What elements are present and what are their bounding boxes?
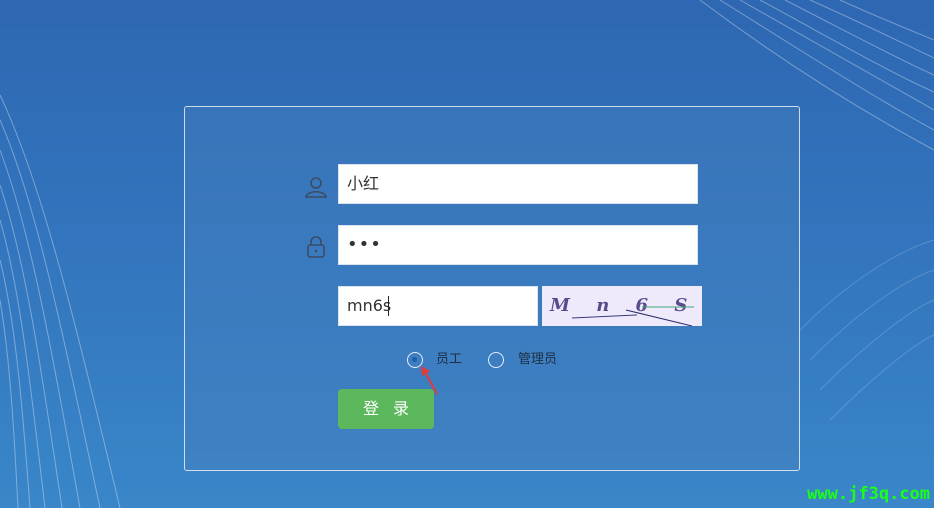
password-input[interactable]: ••• xyxy=(338,225,698,265)
captcha-image-text: M n 6 S xyxy=(549,295,697,316)
login-button[interactable]: 登录 xyxy=(338,389,434,429)
captcha-input[interactable]: mn6s xyxy=(338,286,538,326)
text-caret xyxy=(388,296,389,316)
username-input[interactable]: 小红 xyxy=(338,164,698,204)
role-label-admin: 管理员 xyxy=(518,352,558,367)
lock-icon xyxy=(307,236,325,258)
radio-selected-dot xyxy=(412,357,417,362)
site-watermark: www.jf3q.com xyxy=(807,484,930,504)
captcha-image[interactable]: M n 6 S xyxy=(542,286,702,327)
user-icon xyxy=(305,177,327,198)
role-radio-admin[interactable] xyxy=(488,352,504,368)
